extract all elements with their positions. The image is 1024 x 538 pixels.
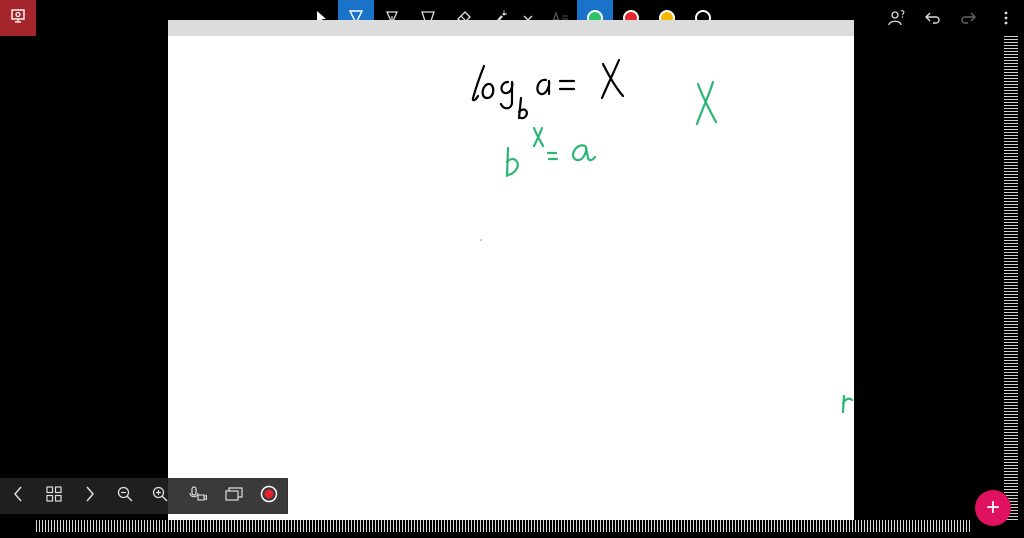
mic-camera-icon: [189, 485, 207, 507]
chevron-left-icon: [13, 486, 23, 507]
person-question-icon: [888, 10, 906, 26]
record-icon: [260, 485, 278, 508]
page-grid-button[interactable]: [38, 478, 70, 514]
page-scrollbar[interactable]: [1004, 36, 1018, 520]
more-vertical-icon: [1004, 11, 1008, 25]
add-page-button[interactable]: +: [975, 490, 1011, 526]
undo-button[interactable]: [915, 0, 951, 36]
redo-icon: [960, 12, 976, 24]
redo-button[interactable]: [950, 0, 986, 36]
microphone-camera-button[interactable]: [182, 478, 214, 514]
zoom-in-icon: [152, 486, 168, 507]
help-button[interactable]: [879, 0, 915, 36]
window-stack-icon: [225, 486, 243, 506]
bottom-toolbar: [0, 478, 288, 514]
more-options-button[interactable]: [988, 0, 1024, 36]
next-page-button[interactable]: [74, 478, 106, 514]
screen-share-button[interactable]: [218, 478, 250, 514]
zoom-out-button[interactable]: [109, 478, 141, 514]
presenter-app-button[interactable]: [0, 0, 36, 36]
record-button[interactable]: [253, 478, 285, 514]
zoom-out-icon: [117, 486, 133, 507]
whiteboard-canvas[interactable]: [168, 36, 854, 520]
undo-icon: [925, 12, 941, 24]
presentation-icon: [10, 8, 26, 29]
page-timeline-strip[interactable]: [36, 520, 970, 532]
grid-icon: [46, 485, 62, 507]
previous-page-button[interactable]: [2, 478, 34, 514]
zoom-in-button[interactable]: [144, 478, 176, 514]
chevron-right-icon: [85, 486, 95, 507]
canvas-top-edge: [168, 20, 854, 36]
